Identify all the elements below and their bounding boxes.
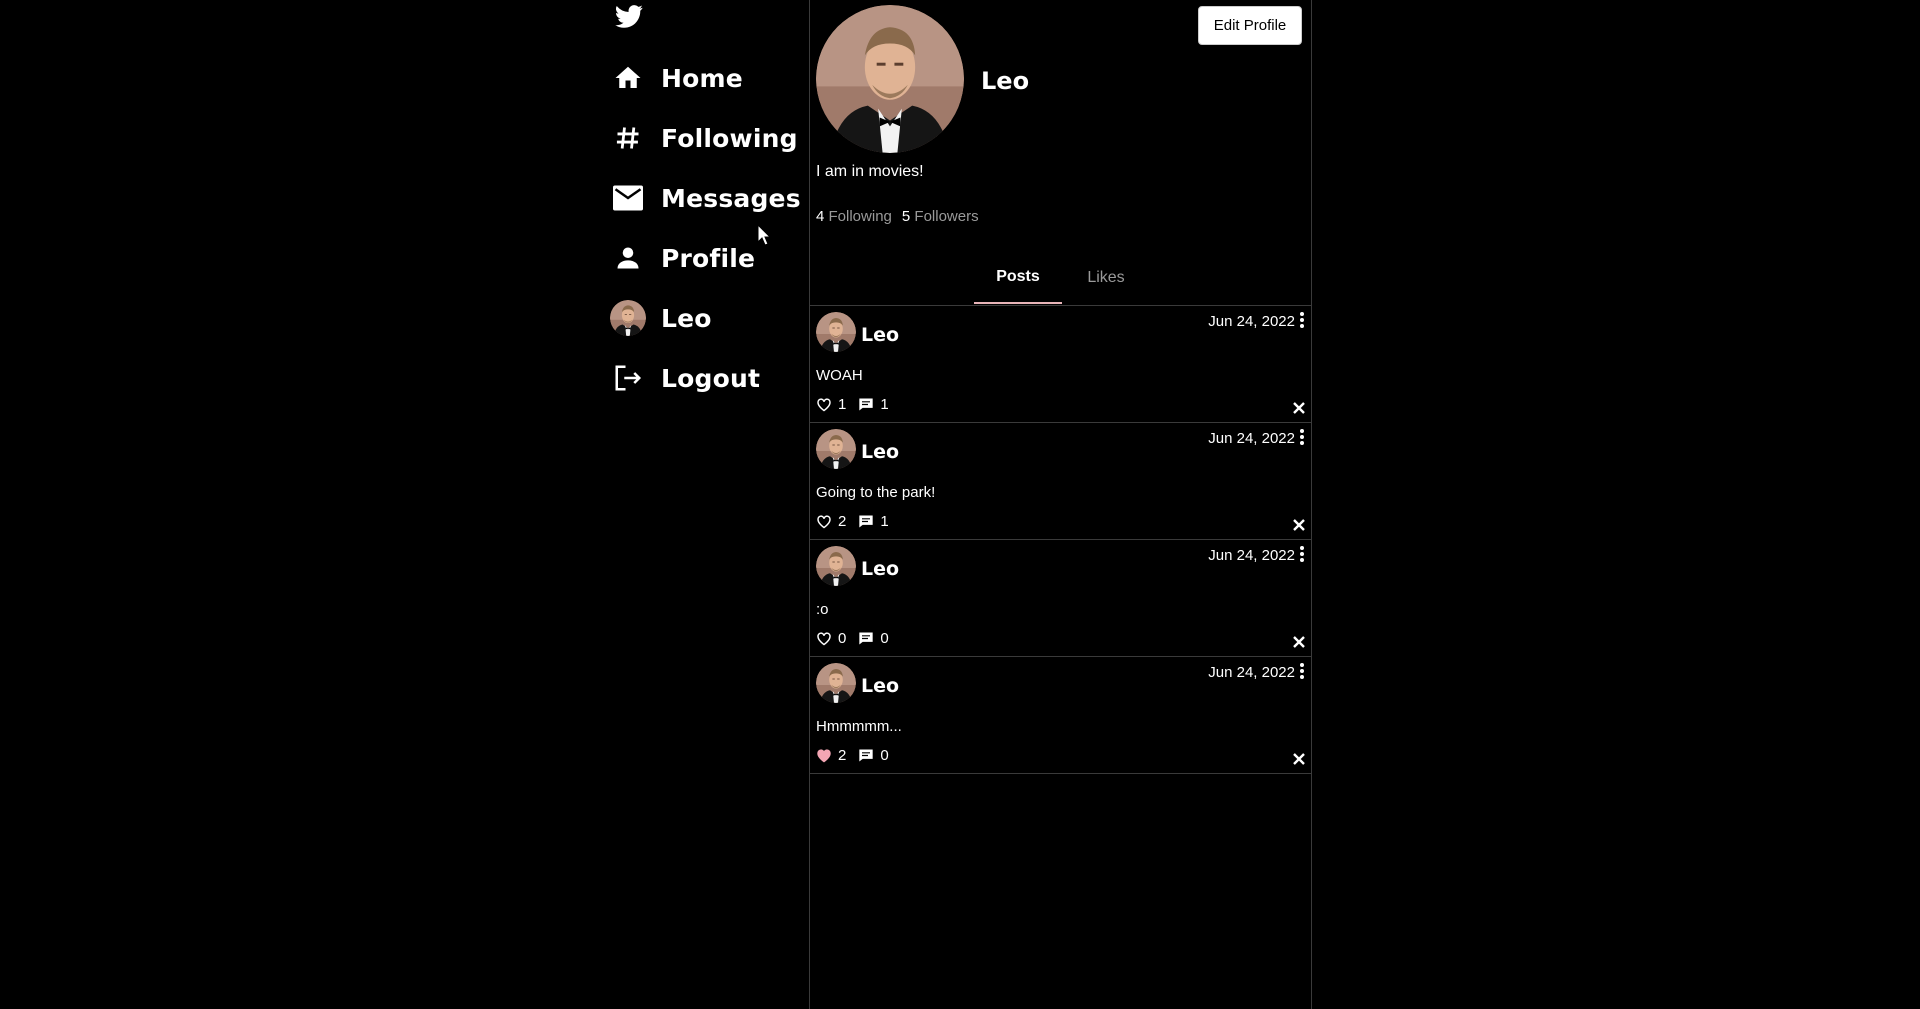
heart-filled-icon [817,749,831,763]
comment-button[interactable]: 1 [858,513,889,530]
comment-icon [859,749,874,762]
avatar-wrapper [610,300,646,336]
comment-button[interactable]: 1 [858,396,889,413]
more-options-icon[interactable] [1299,428,1305,448]
like-button[interactable]: 2 [816,513,846,530]
sidebar-item-home[interactable]: Home [610,58,805,98]
avatar[interactable] [816,546,856,586]
like-count: 1 [838,396,847,413]
delete-post-icon[interactable] [1293,401,1305,414]
heart-outline-icon [817,398,831,412]
followers-count: 5 [901,208,911,225]
profile-avatar [816,5,964,153]
avatar[interactable] [816,663,856,703]
post-actions: 0 0 [816,630,889,647]
post-author[interactable]: Leo [861,324,899,346]
comment-icon [859,515,874,528]
sidebar-item-label: Home [661,63,743,93]
sidebar-item-profile[interactable]: Profile [610,238,805,278]
delete-post-icon[interactable] [1293,518,1305,531]
edit-profile-button[interactable]: Edit Profile [1198,6,1302,45]
twitter-bird-icon[interactable] [614,2,644,32]
mouse-cursor-icon [757,223,772,246]
avatar[interactable] [816,429,856,469]
post-text: Hmmmmm... [816,718,902,735]
sidebar-item-label: Leo [661,303,712,333]
more-options-icon[interactable] [1299,662,1305,682]
comment-count: 0 [880,630,889,647]
sidebar-item-following[interactable]: Following [610,118,805,158]
following-count: 4 [816,208,825,225]
avatar [610,300,646,336]
comment-count: 1 [880,513,889,530]
like-button[interactable]: 1 [816,396,846,413]
post-text: :o [816,601,829,618]
sidebar-item-messages[interactable]: Messages [610,178,805,218]
post-author[interactable]: Leo [861,558,899,580]
more-options-icon[interactable] [1299,545,1305,565]
post-date: Jun 24, 2022 [1208,430,1295,447]
following-label: Following [828,208,892,225]
comment-icon [859,632,874,645]
delete-post-icon[interactable] [1293,752,1305,765]
profile-stats: 4 Following 5 Followers [816,208,979,225]
post-text: WOAH [816,367,863,384]
avatar[interactable] [816,312,856,352]
hash-icon [610,120,646,156]
post-item[interactable]: Leo Jun 24, 2022 Going to the park! 2 1 [810,422,1311,539]
like-count: 2 [838,513,847,530]
following-stat[interactable]: 4 Following [816,208,892,225]
heart-outline-icon [817,632,831,646]
home-icon [610,60,646,96]
heart-outline-icon [817,515,831,529]
sidebar-item-logout[interactable]: Logout [610,358,805,398]
post-actions: 1 1 [816,396,889,413]
profile-bio: I am in movies! [816,163,924,180]
feed-divider [810,773,1311,774]
post-text: Going to the park! [816,484,936,501]
comment-count: 1 [880,396,889,413]
like-button[interactable]: 2 [816,747,846,764]
tab-likes[interactable]: Likes [1062,252,1150,304]
sidebar-item-label: Messages [661,183,801,213]
post-date: Jun 24, 2022 [1208,547,1295,564]
post-date: Jun 24, 2022 [1208,664,1295,681]
post-item[interactable]: Leo Jun 24, 2022 :o 0 0 [810,539,1311,656]
comment-button[interactable]: 0 [858,747,889,764]
mail-icon [610,180,646,216]
comment-icon [859,398,874,411]
post-author[interactable]: Leo [861,441,899,463]
like-count: 0 [838,630,847,647]
like-button[interactable]: 0 [816,630,846,647]
post-date: Jun 24, 2022 [1208,313,1295,330]
post-author[interactable]: Leo [861,675,899,697]
followers-label: Followers [914,208,979,225]
more-options-icon[interactable] [1299,311,1305,331]
sidebar-item-label: Following [661,123,798,153]
tab-posts[interactable]: Posts [974,252,1062,304]
sidebar-item-label: Profile [661,243,756,273]
delete-post-icon[interactable] [1293,635,1305,648]
followers-stat[interactable]: 5 Followers [902,208,979,225]
post-item[interactable]: Leo Jun 24, 2022 WOAH 1 1 [810,305,1311,422]
like-count: 2 [838,747,847,764]
person-icon [610,240,646,276]
post-item[interactable]: Leo Jun 24, 2022 Hmmmmm... 2 0 [810,656,1311,773]
comment-count: 0 [880,747,889,764]
sidebar-item-label: Logout [661,363,761,393]
post-actions: 2 1 [816,513,889,530]
comment-button[interactable]: 0 [858,630,889,647]
profile-main: Leo Edit Profile I am in movies! 4 Follo… [809,0,1312,1009]
profile-tabs: Posts Likes [810,252,1311,304]
post-actions: 2 0 [816,747,889,764]
sidebar-item-user[interactable]: Leo [610,298,805,338]
profile-name: Leo [981,67,1030,95]
logout-icon [610,360,646,396]
